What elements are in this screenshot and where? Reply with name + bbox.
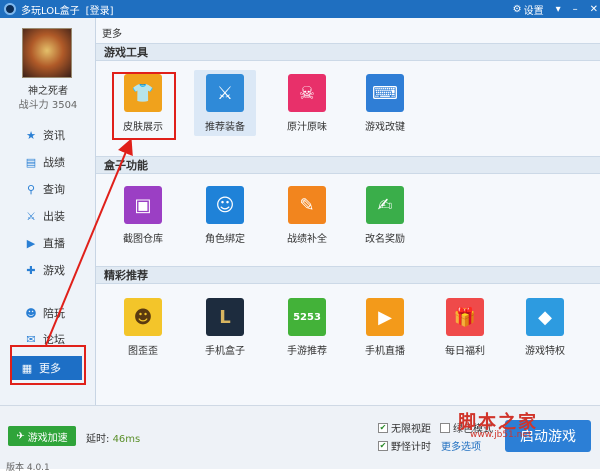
option-unlimited-view[interactable]: ✔ 无限视距 <box>378 420 431 435</box>
more-options-link[interactable]: 更多选项 <box>441 438 481 453</box>
checkbox-icon[interactable] <box>440 422 450 433</box>
footer: ✈ 游戏加速 延时: 46ms ✔ 无限视距 绿色模式 ✔ 野怪计时 更多选项 启动游… <box>0 405 600 473</box>
rocket-icon: ✈ <box>16 430 25 442</box>
version-label: 版本 4.0.1 <box>6 463 50 473</box>
annotation-arrow <box>45 138 133 346</box>
checkbox-checked-icon[interactable]: ✔ <box>378 440 388 451</box>
watermark-url: www.jb51.net <box>470 430 532 440</box>
checkbox-checked-icon[interactable]: ✔ <box>378 422 388 433</box>
latency-display: 延时: 46ms <box>86 434 141 445</box>
game-accel-button[interactable]: ✈ 游戏加速 <box>8 426 76 446</box>
option-jungle-timer[interactable]: ✔ 野怪计时 <box>378 438 431 453</box>
